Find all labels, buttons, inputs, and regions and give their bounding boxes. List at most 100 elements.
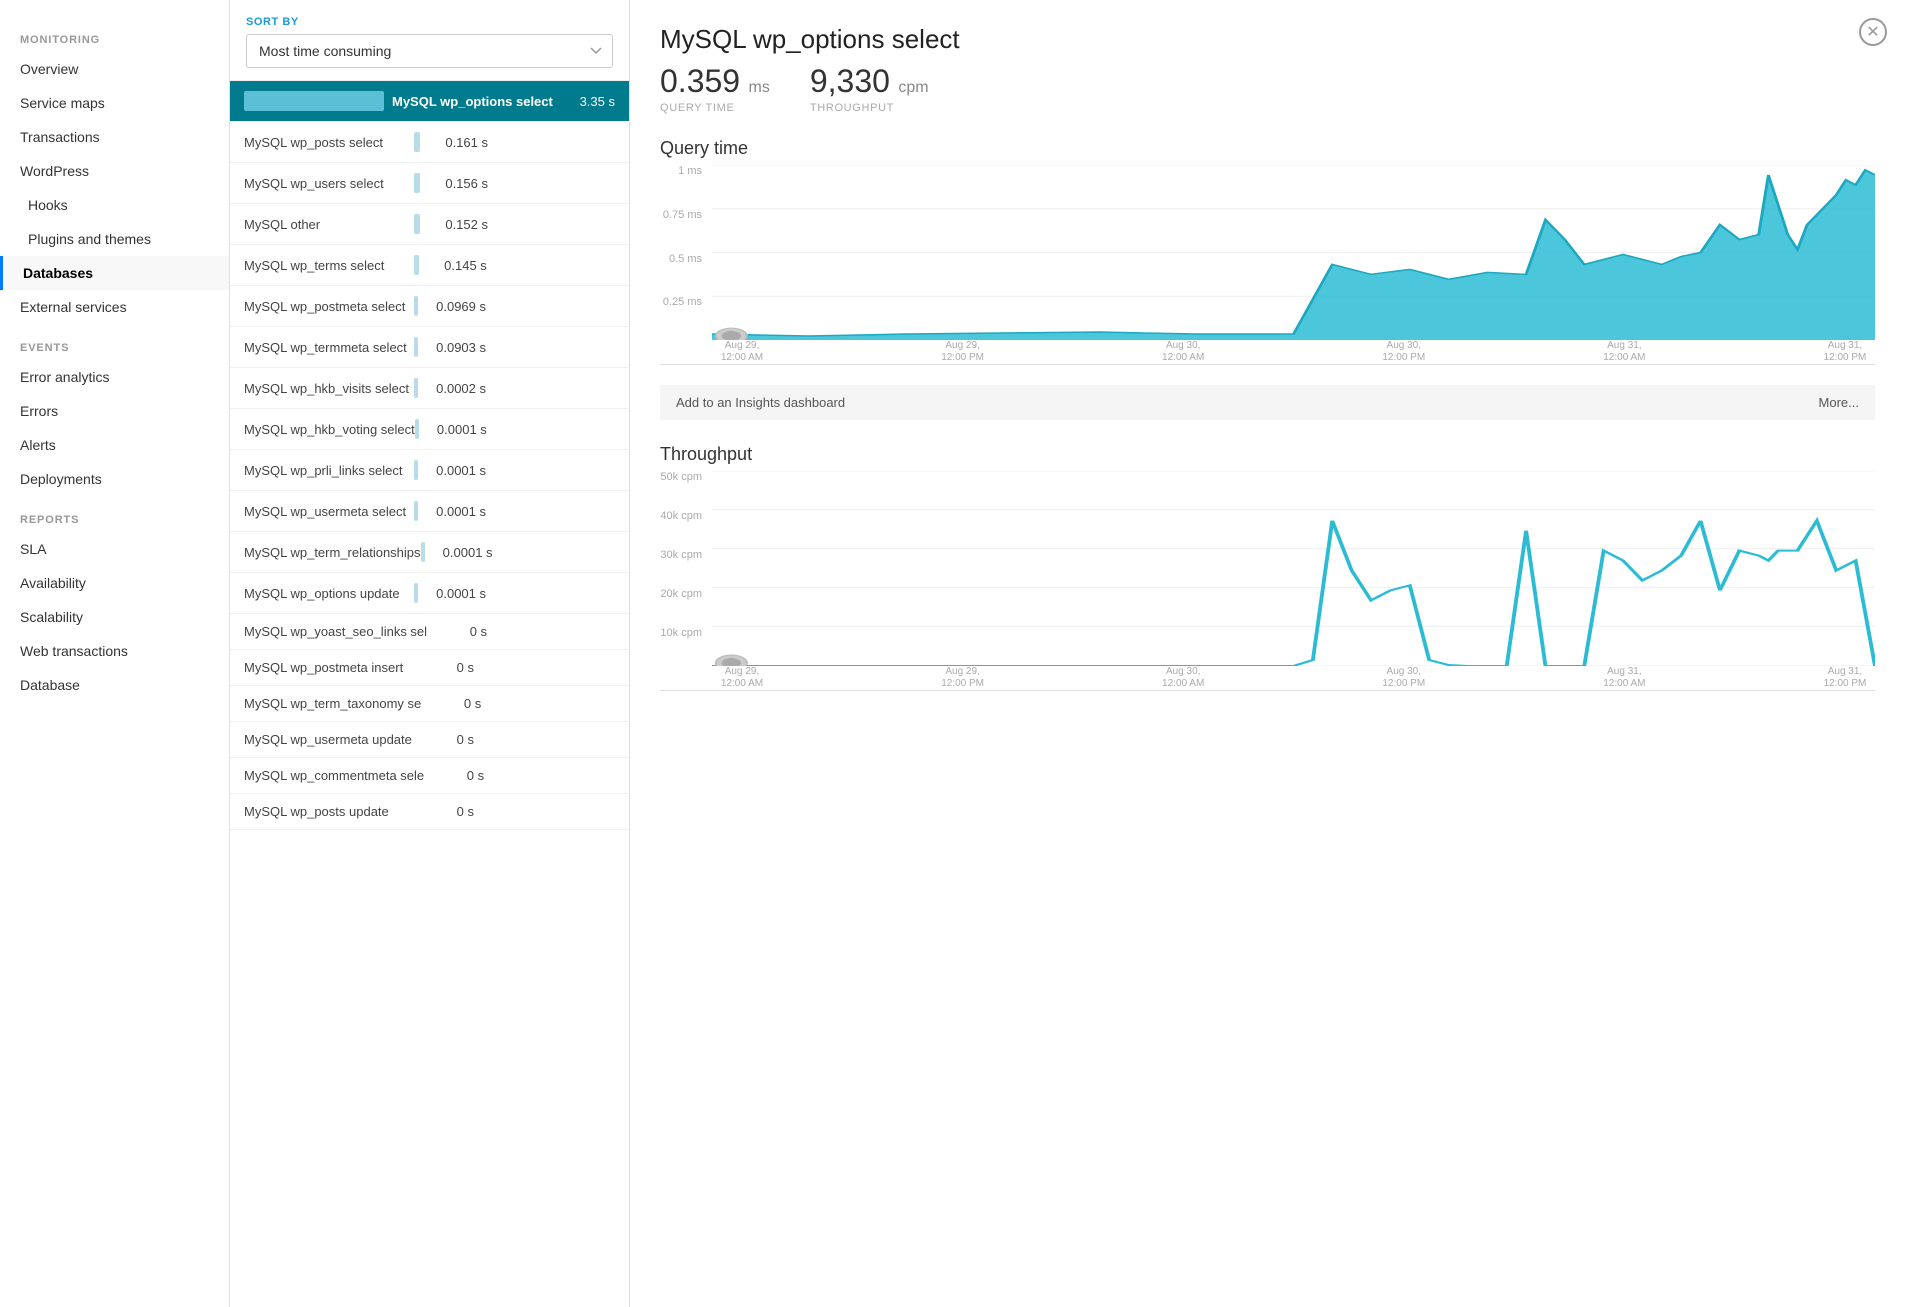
sidebar-item-hooks[interactable]: Hooks (0, 188, 229, 222)
sidebar-item-scalability[interactable]: Scalability (0, 600, 229, 634)
sidebar-item-databases[interactable]: Databases (0, 256, 229, 290)
detail-title: MySQL wp_options select (660, 24, 1875, 55)
db-row-name: MySQL wp_posts update (244, 804, 414, 819)
sidebar-item-transactions[interactable]: Transactions (0, 120, 229, 154)
y-label: 50k cpm (660, 471, 708, 483)
db-row-value: 0 s (414, 660, 474, 675)
db-row[interactable]: MySQL wp_term_relationships 0.0001 s (230, 532, 629, 573)
db-row[interactable]: MySQL wp_usermeta update0 s (230, 722, 629, 758)
sidebar-item-database[interactable]: Database (0, 668, 229, 702)
sidebar-section-monitoring: MONITORING (0, 16, 229, 52)
db-row[interactable]: MySQL wp_posts select0.161 s (230, 122, 629, 163)
throughput-x-labels: Aug 29,12:00 AM Aug 29,12:00 PM Aug 30,12:… (712, 666, 1875, 690)
sidebar-item-plugins-themes[interactable]: Plugins and themes (0, 222, 229, 256)
throughput-canvas (712, 471, 1875, 666)
db-row-value: 0.145 s (427, 258, 487, 273)
y-label: 0.75 ms (660, 209, 708, 221)
db-row-name: MySQL wp_users select (244, 176, 414, 191)
db-row[interactable]: MySQL wp_commentmeta sele0 s (230, 758, 629, 794)
x-label: Aug 29,12:00 PM (933, 666, 993, 690)
throughput-y-labels: 50k cpm40k cpm30k cpm20k cpm10k cpm (660, 471, 708, 666)
db-row-value: 0 s (424, 768, 484, 783)
db-row-name: MySQL wp_usermeta update (244, 732, 414, 747)
query-time-label: QUERY TIME (660, 102, 770, 114)
db-row[interactable]: MySQL wp_options select3.35 s (230, 81, 629, 122)
sidebar-item-error-analytics[interactable]: Error analytics (0, 360, 229, 394)
db-row[interactable]: MySQL wp_term_taxonomy se0 s (230, 686, 629, 722)
sidebar-item-sla[interactable]: SLA (0, 532, 229, 566)
db-row-value: 0.0903 s (426, 340, 486, 355)
db-row[interactable]: MySQL wp_postmeta select0.0969 s (230, 286, 629, 327)
sidebar-item-service-maps[interactable]: Service maps (0, 86, 229, 120)
y-label: 0.25 ms (660, 296, 708, 308)
db-row-name: MySQL wp_hkb_voting select (244, 422, 415, 437)
db-row-value: 0.156 s (428, 176, 488, 191)
x-label: Aug 29,12:00 AM (712, 666, 772, 690)
sidebar-item-alerts[interactable]: Alerts (0, 428, 229, 462)
throughput-metric: 9,330 cpm THROUGHPUT (810, 63, 929, 114)
throughput-label: THROUGHPUT (810, 102, 929, 114)
y-label: 30k cpm (660, 549, 708, 561)
db-row-value: 0.0001 s (426, 586, 486, 601)
db-row-name: MySQL other (244, 217, 414, 232)
db-row-name: MySQL wp_term_taxonomy se (244, 696, 421, 711)
db-row[interactable]: MySQL wp_prli_links select 0.0001 s (230, 450, 629, 491)
x-label: Aug 29,12:00 AM (712, 340, 772, 364)
db-row-name: MySQL wp_usermeta select (244, 504, 414, 519)
x-label: Aug 29,12:00 PM (933, 340, 993, 364)
x-label: Aug 30,12:00 AM (1153, 340, 1213, 364)
sidebar-item-errors[interactable]: Errors (0, 394, 229, 428)
db-row[interactable]: MySQL wp_termmeta select 0.0903 s (230, 327, 629, 368)
query-time-value: 0.359 ms (660, 63, 770, 100)
y-label: 20k cpm (660, 588, 708, 600)
sort-label: SORT BY (246, 16, 613, 28)
y-label: 40k cpm (660, 510, 708, 522)
x-label: Aug 31,12:00 PM (1815, 340, 1875, 364)
db-row[interactable]: MySQL wp_usermeta select 0.0001 s (230, 491, 629, 532)
db-row-name: MySQL wp_options update (244, 586, 414, 601)
db-list: MySQL wp_options select3.35 sMySQL wp_po… (230, 81, 629, 1307)
db-row-name: MySQL wp_commentmeta sele (244, 768, 424, 783)
x-label: Aug 30,12:00 PM (1374, 340, 1434, 364)
db-row[interactable]: MySQL wp_postmeta insert0 s (230, 650, 629, 686)
db-row[interactable]: MySQL wp_hkb_voting select0.0001 s (230, 409, 629, 450)
db-row-name: MySQL wp_terms select (244, 258, 414, 273)
db-row-value: 0 s (414, 732, 474, 747)
sidebar-item-deployments[interactable]: Deployments (0, 462, 229, 496)
db-row-value: 0.0001 s (433, 545, 493, 560)
sidebar-item-web-transactions[interactable]: Web transactions (0, 634, 229, 668)
throughput-svg (712, 471, 1875, 666)
throughput-value: 9,330 cpm (810, 63, 929, 100)
db-row-value: 0.0001 s (426, 504, 486, 519)
db-row[interactable]: MySQL wp_terms select 0.145 s (230, 245, 629, 286)
sidebar-item-external-services[interactable]: External services (0, 290, 229, 324)
db-row-name: MySQL wp_termmeta select (244, 340, 414, 355)
db-row-value: 0.0001 s (426, 463, 486, 478)
sidebar-item-overview[interactable]: Overview (0, 52, 229, 86)
main-content: SORT BY Most time consumingSlowest avera… (230, 0, 1905, 1307)
sidebar-item-wordpress[interactable]: WordPress (0, 154, 229, 188)
x-label: Aug 30,12:00 AM (1153, 666, 1213, 690)
query-time-chart-section: Query time 1 ms0.75 ms0.5 ms0.25 ms (660, 138, 1875, 365)
db-row-value: 0.0969 s (426, 299, 486, 314)
add-to-dashboard-label: Add to an Insights dashboard (676, 395, 845, 410)
query-time-chart-title: Query time (660, 138, 1875, 159)
db-row[interactable]: MySQL wp_yoast_seo_links sel0 s (230, 614, 629, 650)
db-row-name: MySQL wp_term_relationships (244, 545, 421, 560)
chart-action-bar: Add to an Insights dashboard More... (660, 385, 1875, 420)
sort-bar: SORT BY Most time consumingSlowest avera… (230, 0, 629, 81)
db-row[interactable]: MySQL wp_options update 0.0001 s (230, 573, 629, 614)
db-row-name: MySQL wp_prli_links select (244, 463, 414, 478)
sort-select[interactable]: Most time consumingSlowest averageMost c… (246, 34, 613, 68)
detail-metrics: 0.359 ms QUERY TIME 9,330 cpm THROUGHPUT (660, 63, 1875, 114)
sidebar-item-availability[interactable]: Availability (0, 566, 229, 600)
db-row[interactable]: MySQL wp_users select 0.156 s (230, 163, 629, 204)
close-button[interactable]: ✕ (1859, 18, 1887, 46)
more-link[interactable]: More... (1819, 395, 1859, 410)
db-row[interactable]: MySQL other0.152 s (230, 204, 629, 245)
query-time-y-labels: 1 ms0.75 ms0.5 ms0.25 ms (660, 165, 708, 340)
sidebar-section-reports: REPORTS (0, 496, 229, 532)
query-time-chart-area: 1 ms0.75 ms0.5 ms0.25 ms (660, 165, 1875, 365)
db-row[interactable]: MySQL wp_hkb_visits select0.0002 s (230, 368, 629, 409)
db-row[interactable]: MySQL wp_posts update0 s (230, 794, 629, 830)
